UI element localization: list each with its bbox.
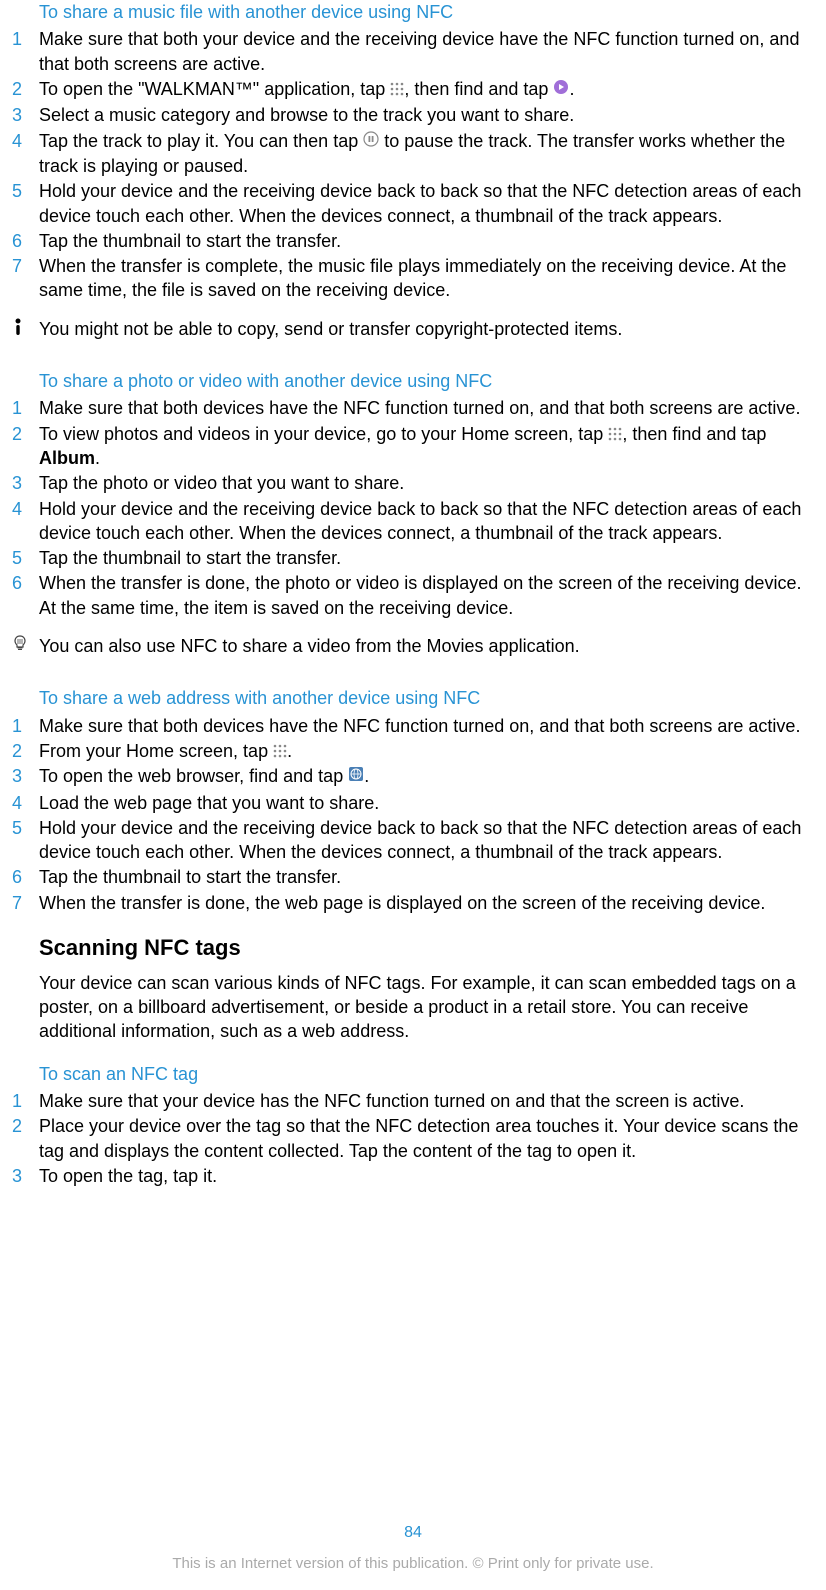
steps-share-photo: Make sure that both devices have the NFC… <box>12 396 814 620</box>
step: Make sure that both devices have the NFC… <box>12 714 814 738</box>
apps-grid-icon <box>608 427 622 441</box>
step: Tap the thumbnail to start the transfer. <box>12 865 814 889</box>
browser-icon <box>348 764 364 788</box>
album-label: Album <box>39 448 95 468</box>
apps-grid-icon <box>390 82 404 96</box>
tip-icon <box>12 634 39 651</box>
step-text: When the transfer is done, the web page … <box>39 893 765 913</box>
note-copyright: You might not be able to copy, send or t… <box>12 317 814 341</box>
heading-share-photo: To share a photo or video with another d… <box>12 369 814 393</box>
step-text: . <box>364 766 369 786</box>
step-text: To view photos and videos in your device… <box>39 424 603 444</box>
step-text: From your Home screen, tap <box>39 741 268 761</box>
step: Select a music category and browse to th… <box>12 103 814 127</box>
page-number: 84 <box>0 1522 826 1544</box>
step: Tap the track to play it. You can then t… <box>12 129 814 179</box>
step-text: . <box>287 741 292 761</box>
step-text: To open the tag, tap it. <box>39 1166 217 1186</box>
step-text: Tap the track to play it. You can then t… <box>39 131 358 151</box>
step-text: Hold your device and the receiving devic… <box>39 818 801 862</box>
step-text: , then find and tap <box>622 424 766 444</box>
step: Tap the thumbnail to start the transfer. <box>12 546 814 570</box>
pause-icon <box>363 129 379 153</box>
heading-scan-tag: To scan an NFC tag <box>12 1062 814 1086</box>
heading-share-music: To share a music file with another devic… <box>12 0 814 24</box>
step-text: Load the web page that you want to share… <box>39 793 379 813</box>
step: Make sure that both your device and the … <box>12 27 814 76</box>
step: When the transfer is complete, the music… <box>12 254 814 303</box>
step: Load the web page that you want to share… <box>12 791 814 815</box>
important-icon <box>12 317 39 336</box>
heading-share-web: To share a web address with another devi… <box>12 686 814 710</box>
step-text: Tap the thumbnail to start the transfer. <box>39 548 341 568</box>
step-text: . <box>95 448 100 468</box>
step: To view photos and videos in your device… <box>12 422 814 471</box>
steps-share-music: Make sure that both your device and the … <box>12 27 814 302</box>
step: When the transfer is done, the photo or … <box>12 571 814 620</box>
step-text: Make sure that both devices have the NFC… <box>39 398 800 418</box>
step-text: , then find and tap <box>404 79 548 99</box>
step: Tap the photo or video that you want to … <box>12 471 814 495</box>
step: To open the tag, tap it. <box>12 1164 814 1188</box>
step: To open the "WALKMAN™" application, tap … <box>12 77 814 102</box>
step: When the transfer is done, the web page … <box>12 891 814 915</box>
steps-share-web: Make sure that both devices have the NFC… <box>12 714 814 915</box>
step: Make sure that both devices have the NFC… <box>12 396 814 420</box>
tip-text: You can also use NFC to share a video fr… <box>39 634 814 658</box>
step: Hold your device and the receiving devic… <box>12 816 814 865</box>
step: Make sure that your device has the NFC f… <box>12 1089 814 1113</box>
apps-grid-icon <box>273 744 287 758</box>
note-text: You might not be able to copy, send or t… <box>39 317 814 341</box>
step-text: To open the web browser, find and tap <box>39 766 343 786</box>
step-text: Hold your device and the receiving devic… <box>39 181 801 225</box>
step-text: Tap the photo or video that you want to … <box>39 473 404 493</box>
step-text: Make sure that both devices have the NFC… <box>39 716 800 736</box>
step-text: Tap the thumbnail to start the transfer. <box>39 231 341 251</box>
tip-video: You can also use NFC to share a video fr… <box>12 634 814 658</box>
step-text: Select a music category and browse to th… <box>39 105 574 125</box>
step-text: Place your device over the tag so that t… <box>39 1116 798 1160</box>
step-text: . <box>569 79 574 99</box>
step: Hold your device and the receiving devic… <box>12 497 814 546</box>
step: Place your device over the tag so that t… <box>12 1114 814 1163</box>
step-text: When the transfer is done, the photo or … <box>39 573 801 617</box>
step-text: Make sure that your device has the NFC f… <box>39 1091 744 1111</box>
steps-scan-tag: Make sure that your device has the NFC f… <box>12 1089 814 1188</box>
walkman-icon <box>553 77 569 101</box>
footer-text: This is an Internet version of this publ… <box>0 1554 826 1574</box>
step-text: To open the "WALKMAN™" application, tap <box>39 79 385 99</box>
step-text: Tap the thumbnail to start the transfer. <box>39 867 341 887</box>
step-text: When the transfer is complete, the music… <box>39 256 786 300</box>
step: To open the web browser, find and tap . <box>12 764 814 789</box>
step-text: Make sure that both your device and the … <box>39 29 799 73</box>
step: From your Home screen, tap . <box>12 739 814 763</box>
heading-scanning-nfc: Scanning NFC tags <box>12 933 814 963</box>
step: Hold your device and the receiving devic… <box>12 179 814 228</box>
step: Tap the thumbnail to start the transfer. <box>12 229 814 253</box>
step-text: Hold your device and the receiving devic… <box>39 499 801 543</box>
body-scanning-nfc: Your device can scan various kinds of NF… <box>12 971 814 1044</box>
